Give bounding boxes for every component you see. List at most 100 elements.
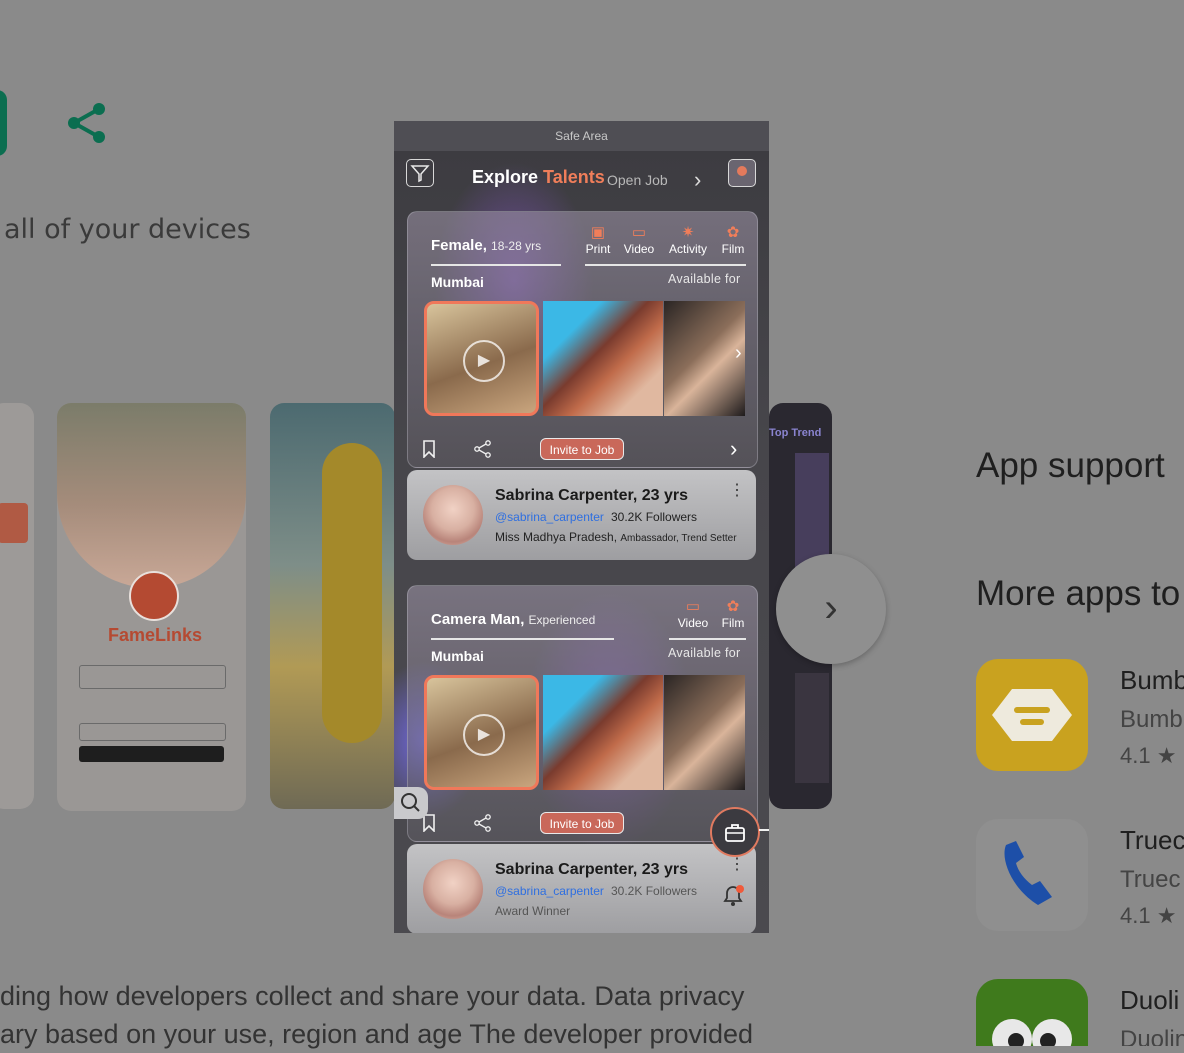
user-icon[interactable]	[728, 159, 756, 187]
talent-role: Female,	[431, 237, 487, 254]
profile-desc-small: Ambassador, Trend Setter	[620, 533, 737, 544]
bookmark-icon[interactable]	[422, 440, 436, 463]
profile-followers: 30.2K Followers	[611, 884, 698, 898]
talent-card[interactable]: Female, 18-28 yrs Mumbai ▣ Print ▭ Video…	[407, 211, 758, 468]
avatar[interactable]	[423, 859, 483, 919]
category-label: Film	[721, 616, 745, 630]
category-film[interactable]: ✿ Film	[718, 598, 748, 630]
app-developer: Duolin	[1120, 1026, 1184, 1046]
page-title-main: Explore	[472, 167, 544, 187]
activity-icon: ✷	[681, 224, 695, 241]
category-video[interactable]: ▭ Video	[621, 224, 657, 256]
data-safety-text-line1: ding how developers collect and share yo…	[0, 981, 745, 1011]
share-icon[interactable]	[66, 101, 108, 145]
video-icon: ▭	[685, 598, 701, 615]
phone-preview: Safe Area Explore Talents Open Job › Fem…	[394, 121, 769, 933]
available-for-label: Available for	[668, 646, 741, 660]
page-title-accent: Talents	[543, 167, 605, 187]
more-options-icon[interactable]: ⋮	[729, 854, 745, 874]
filter-icon[interactable]	[406, 159, 434, 187]
video-icon: ▭	[631, 224, 647, 241]
screenshot-2[interactable]: FameLinks	[57, 403, 246, 811]
app-rating: 4.1 ★	[1120, 903, 1177, 928]
more-options-icon[interactable]: ⋮	[729, 480, 745, 500]
profile-handle[interactable]: @sabrina_carpenter	[495, 884, 604, 898]
talent-thumbnail-video[interactable]: ▶	[424, 301, 539, 416]
share-icon[interactable]	[474, 814, 492, 837]
category-activity[interactable]: ✷ Activity	[666, 224, 710, 256]
app-rating: 4.1 ★	[1120, 743, 1177, 768]
app-developer: Truec	[1120, 866, 1181, 893]
talent-detail: 18-28 yrs	[491, 239, 542, 253]
carousel-next-button[interactable]: ›	[776, 554, 886, 664]
app-brand-text: FameLinks	[108, 625, 203, 645]
chevron-right-icon[interactable]: ›	[730, 436, 737, 462]
category-print[interactable]: ▣ Print	[583, 224, 613, 256]
talent-card[interactable]: Camera Man, Experienced Mumbai ▭ Video ✿…	[407, 585, 758, 842]
profile-handle[interactable]: @sabrina_carpenter	[495, 510, 604, 524]
talent-thumbnail[interactable]	[664, 301, 745, 416]
avatar[interactable]	[423, 485, 483, 545]
profile-description: Miss Madhya Pradesh, Ambassador, Trend S…	[495, 530, 737, 544]
devices-text: all of your devices	[4, 214, 251, 245]
category-label: Video	[623, 242, 655, 256]
profile-card[interactable]: Sabrina Carpenter, 23 yrs @sabrina_carpe…	[407, 844, 756, 933]
app-name: Bumb	[1120, 665, 1184, 695]
profile-name: Sabrina Carpenter, 23 yrs	[495, 487, 688, 504]
app-developer: Bumb	[1120, 706, 1183, 733]
talent-thumbnail[interactable]	[543, 301, 663, 416]
card-city: Mumbai	[431, 648, 484, 664]
category-label: Print	[585, 242, 611, 256]
app-item-bumble[interactable]: Bumb Bumb 4.1 ★	[976, 659, 1184, 771]
app-support-heading[interactable]: App support	[976, 446, 1165, 486]
category-film[interactable]: ✿ Film	[718, 224, 748, 256]
talent-thumbnail[interactable]	[543, 675, 663, 790]
card-title: Female, 18-28 yrs	[431, 237, 541, 254]
search-icon[interactable]	[394, 787, 428, 819]
data-safety-text-line2: ary based on your use, region and age Th…	[0, 1019, 754, 1049]
category-label: Activity	[668, 242, 707, 256]
phone-app-icon	[976, 819, 1088, 931]
category-label: Film	[721, 242, 745, 256]
briefcase-icon[interactable]	[710, 807, 760, 857]
card-city: Mumbai	[431, 274, 484, 290]
more-apps-heading[interactable]: More apps to	[976, 574, 1180, 614]
screenshot-1[interactable]	[0, 403, 34, 809]
safe-area-bar: Safe Area	[394, 121, 769, 151]
available-for-label: Available for	[668, 272, 741, 286]
profile-followers: 30.2K Followers	[611, 510, 698, 524]
invite-to-job-button[interactable]: Invite to Job	[540, 812, 624, 834]
install-button-edge[interactable]	[0, 90, 7, 156]
invite-to-job-button[interactable]: Invite to Job	[540, 438, 624, 460]
app-name: Duoli	[1120, 985, 1180, 1015]
print-icon: ▣	[590, 224, 606, 241]
profile-description: Award Winner	[495, 904, 571, 918]
profile-name: Sabrina Carpenter, 23 yrs	[495, 861, 688, 878]
screenshot-3[interactable]	[270, 403, 395, 809]
profile-desc-main: Miss Madhya Pradesh,	[495, 530, 621, 544]
film-icon: ✿	[726, 224, 740, 241]
page-title: Explore Talents	[472, 167, 605, 188]
app-item-truecaller[interactable]: Truec Truec 4.1 ★	[976, 819, 1184, 931]
gallery-next-icon[interactable]: ›	[735, 342, 742, 365]
chevron-right-icon[interactable]: ›	[694, 167, 701, 193]
play-icon[interactable]: ▶	[463, 714, 505, 756]
category-label: Video	[677, 616, 709, 630]
owl-app-icon	[976, 979, 1088, 1046]
profile-card[interactable]: Sabrina Carpenter, 23 yrs @sabrina_carpe…	[407, 470, 756, 560]
film-icon: ✿	[726, 598, 740, 615]
app-name: Truec	[1120, 825, 1184, 855]
trend-label: Top Trend	[769, 427, 822, 439]
app-item-duolingo[interactable]: Duoli Duolin	[976, 979, 1184, 1046]
share-icon[interactable]	[474, 440, 492, 463]
play-icon[interactable]: ▶	[463, 340, 505, 382]
talent-role: Camera Man,	[431, 611, 525, 628]
phone-edge-line	[759, 829, 769, 831]
talent-thumbnail-video[interactable]: ▶	[424, 675, 539, 790]
open-job-link[interactable]: Open Job	[607, 172, 668, 188]
talent-thumbnail[interactable]	[664, 675, 745, 790]
bell-icon[interactable]	[721, 883, 745, 914]
category-video[interactable]: ▭ Video	[675, 598, 711, 630]
talent-detail: Experienced	[528, 613, 596, 627]
bumble-app-icon	[976, 659, 1088, 771]
